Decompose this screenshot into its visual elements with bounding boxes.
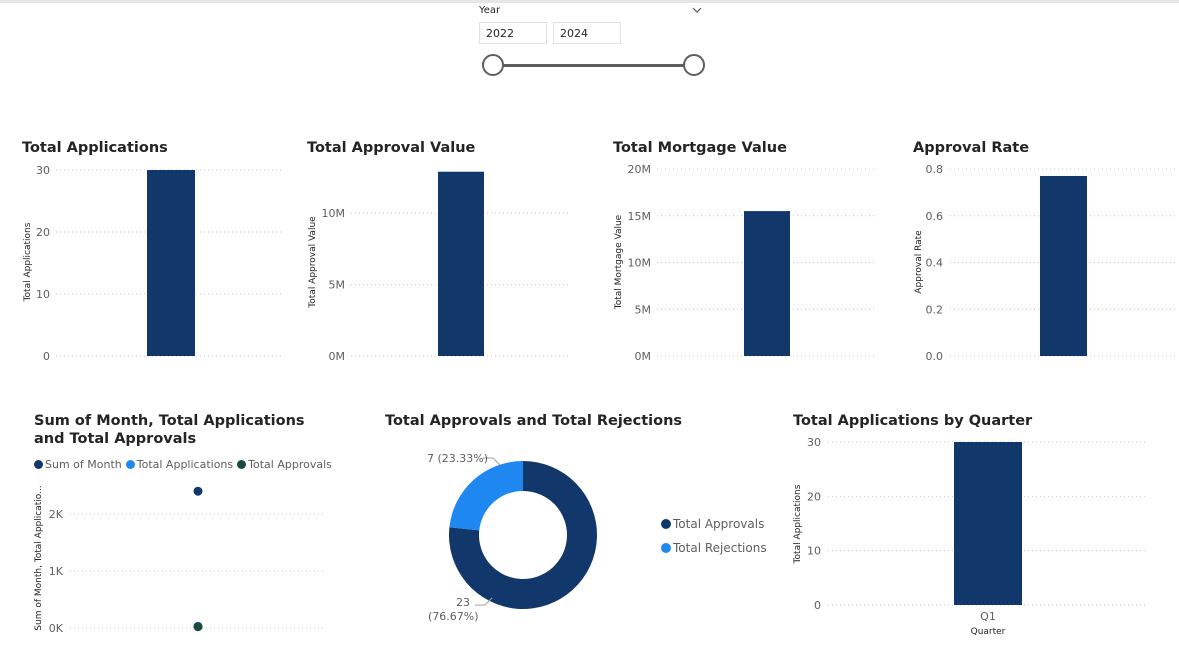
charts-canvas: 0 10 20 30 Total Applications 0M 5M 10M Total Ap… — [23, 163, 1176, 637]
y-tick-label: 20 — [36, 226, 50, 239]
y-tick-label: 0K — [49, 622, 64, 635]
y-tick-label: 0 — [43, 350, 50, 363]
y-axis-title: Total Approval Value — [308, 216, 318, 309]
donut-data-label: 7 (23.33%) — [427, 452, 488, 465]
y-tick-label: 0.2 — [926, 303, 944, 316]
y-tick-label: 30 — [36, 164, 50, 177]
y-axis-title: Approval Rate — [914, 230, 924, 294]
y-tick-label: 1K — [49, 565, 64, 578]
bar — [438, 171, 484, 356]
y-axis-title: Total Mortgage Value — [614, 214, 624, 310]
bar — [954, 442, 1022, 605]
y-tick-label: 0M — [329, 350, 346, 363]
donut-data-label: 23 — [456, 596, 470, 609]
y-tick-label: 5M — [329, 279, 346, 292]
y-tick-label: 15M — [628, 210, 652, 223]
bar — [744, 211, 790, 356]
y-tick-label: 20 — [807, 490, 821, 503]
x-axis-title: Quarter — [971, 627, 1006, 637]
scatter-point — [193, 486, 203, 496]
donut-data-label: (76.67%) — [428, 610, 479, 623]
y-axis-title: Total Applications — [23, 222, 33, 302]
scatter-point — [193, 622, 203, 632]
y-tick-label: 0.4 — [926, 257, 944, 270]
y-tick-label: 0.6 — [926, 210, 944, 223]
donut-slice — [449, 461, 523, 531]
bar — [1040, 176, 1087, 356]
y-tick-label: 10 — [807, 545, 821, 558]
y-tick-label: 0.0 — [926, 350, 944, 363]
y-tick-label: 30 — [807, 436, 821, 449]
y-tick-label: 0M — [635, 350, 652, 363]
y-tick-label: 10 — [36, 288, 50, 301]
y-tick-label: 0 — [814, 599, 821, 612]
y-tick-label: 0.8 — [926, 163, 944, 176]
y-tick-label: 5M — [635, 303, 652, 316]
bar — [147, 170, 195, 356]
y-tick-label: 10M — [628, 257, 652, 270]
y-tick-label: 2K — [49, 508, 64, 521]
y-tick-label: 20M — [628, 163, 652, 176]
x-tick-label: Q1 — [980, 610, 996, 623]
y-axis-title: Total Applications — [793, 484, 803, 564]
y-axis-title: Sum of Month, Total Applicatio... — [34, 485, 44, 630]
y-tick-label: 10M — [322, 207, 346, 220]
